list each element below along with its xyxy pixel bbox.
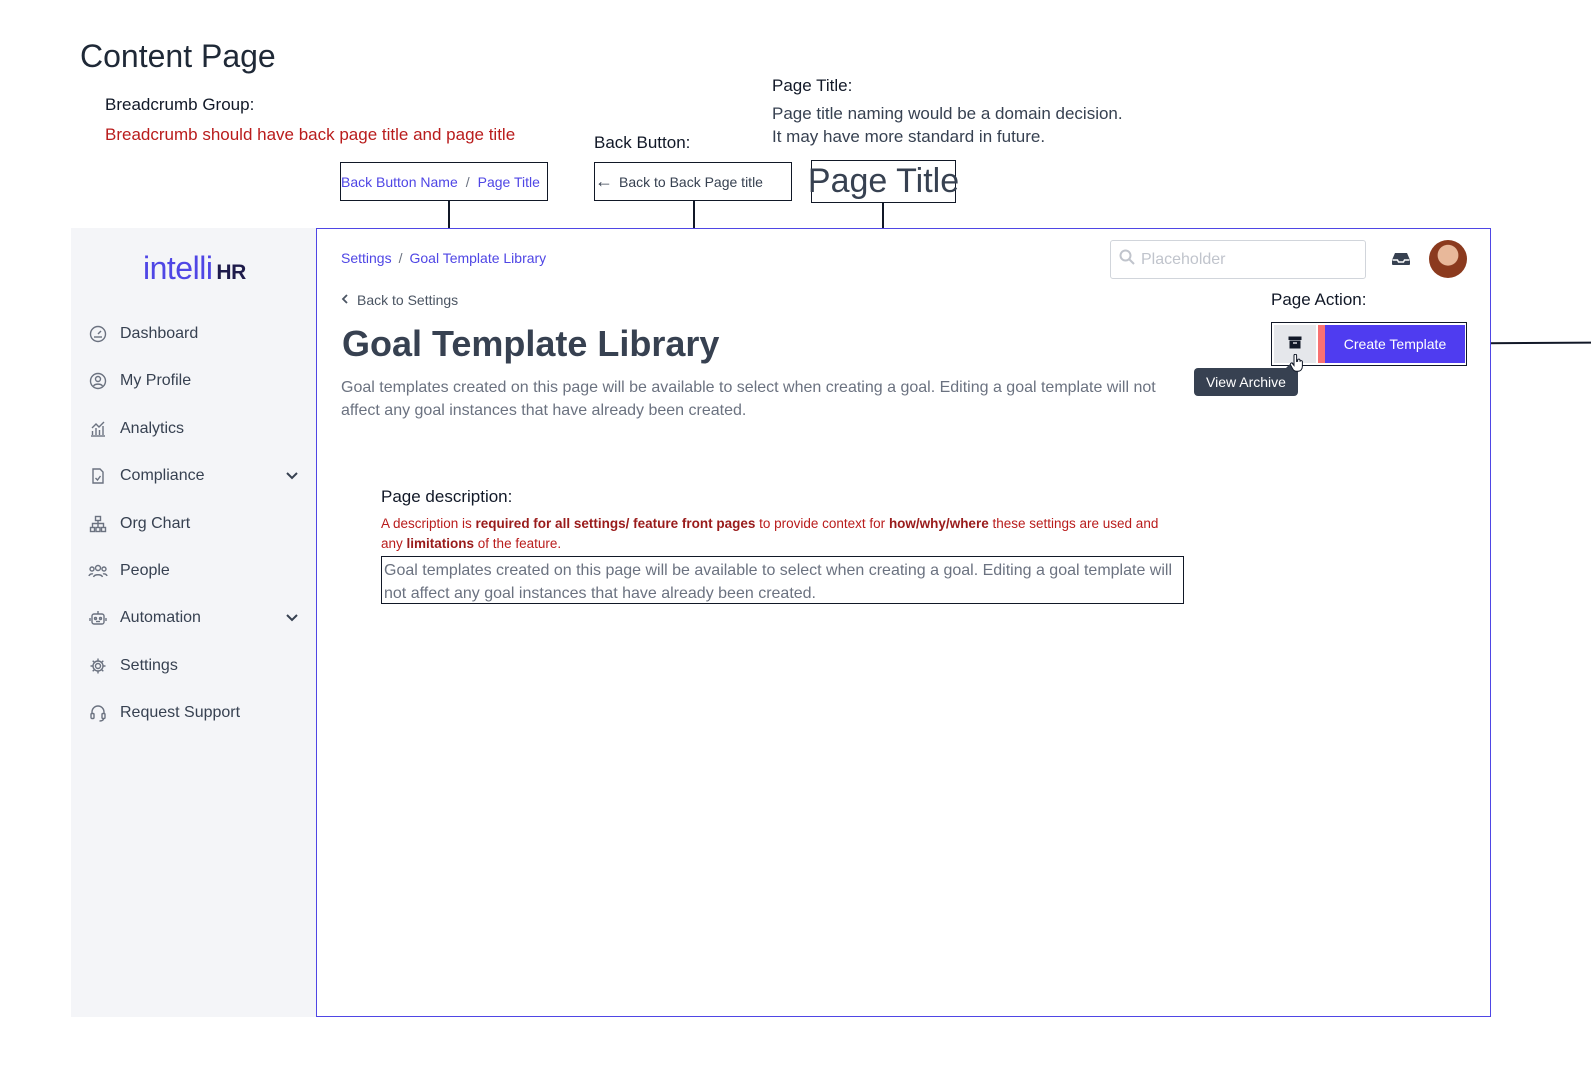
sidebar-item-automation[interactable]: Automation bbox=[88, 603, 308, 633]
back-button[interactable]: Back to Settings bbox=[341, 292, 458, 308]
sample-breadcrumb: Back Button Name / Page Title bbox=[340, 162, 548, 201]
page-description-note: A description is required for all settin… bbox=[381, 516, 1159, 551]
breadcrumb-sep: / bbox=[398, 250, 403, 266]
analytics-icon bbox=[88, 419, 108, 439]
people-icon bbox=[88, 561, 108, 581]
intellihr-logo[interactable]: intelli HR bbox=[143, 250, 246, 287]
sidebar-item-org-chart[interactable]: Org Chart bbox=[88, 509, 308, 539]
arrow-left-icon: ← bbox=[595, 171, 613, 191]
page-title: Goal Template Library bbox=[342, 323, 720, 364]
document-icon bbox=[88, 466, 108, 486]
view-archive-tooltip: View Archive bbox=[1194, 362, 1298, 396]
robot-icon bbox=[88, 608, 108, 628]
chevron-down-icon[interactable] bbox=[284, 467, 300, 488]
doc-title: Content Page bbox=[80, 38, 276, 74]
page-description-sample: Goal templates created on this page will… bbox=[381, 556, 1184, 604]
headset-icon bbox=[88, 703, 108, 723]
page-description-heading: Page description: bbox=[381, 487, 513, 506]
gear-icon bbox=[88, 656, 108, 676]
breadcrumb-current[interactable]: Goal Template Library bbox=[409, 250, 546, 266]
page-title-note-1: Page title naming would be a domain deci… bbox=[772, 104, 1123, 123]
page-action-heading: Page Action: bbox=[1271, 290, 1367, 309]
breadcrumb-group-note: Breadcrumb should have back page title a… bbox=[105, 125, 516, 144]
sample-breadcrumb-sep: / bbox=[465, 173, 470, 190]
user-circle-icon bbox=[88, 371, 108, 391]
back-button-heading: Back Button: bbox=[594, 133, 691, 152]
back-button-label: Back to Settings bbox=[357, 292, 459, 308]
button-gap-marker bbox=[1318, 325, 1325, 363]
create-template-button[interactable]: Create Template bbox=[1325, 325, 1465, 363]
org-chart-icon bbox=[88, 514, 108, 534]
search-icon bbox=[1119, 249, 1135, 270]
sample-breadcrumb-page[interactable]: Page Title bbox=[478, 174, 540, 190]
page-title-note-2: It may have more standard in future. bbox=[772, 127, 1046, 146]
breadcrumb: Settings / Goal Template Library bbox=[341, 250, 546, 266]
sidebar-item-people[interactable]: People bbox=[88, 556, 308, 586]
chevron-down-icon[interactable] bbox=[284, 609, 300, 630]
page-title-heading: Page Title: bbox=[772, 76, 853, 95]
breadcrumb-parent[interactable]: Settings bbox=[341, 250, 392, 266]
hand-cursor-icon bbox=[1289, 353, 1304, 377]
breadcrumb-group-heading: Breadcrumb Group: bbox=[105, 95, 255, 114]
sidebar-item-settings[interactable]: Settings bbox=[88, 651, 308, 681]
page-description: Goal templates created on this page will… bbox=[341, 379, 1156, 419]
archive-icon bbox=[1288, 336, 1302, 352]
search-field[interactable] bbox=[1110, 240, 1366, 279]
sidebar-item-analytics[interactable]: Analytics bbox=[88, 414, 308, 444]
sidebar-item-my-profile[interactable]: My Profile bbox=[88, 366, 308, 396]
sidebar-item-request-support[interactable]: Request Support bbox=[88, 698, 308, 728]
sample-back-button[interactable]: ← Back to Back Page title bbox=[594, 162, 792, 201]
gauge-icon bbox=[88, 324, 108, 344]
search-input[interactable] bbox=[1141, 250, 1351, 269]
sample-page-title: Page Title bbox=[808, 160, 959, 203]
avatar[interactable] bbox=[1429, 240, 1467, 278]
sidebar-item-compliance[interactable]: Compliance bbox=[88, 461, 308, 491]
sidebar-item-dashboard[interactable]: Dashboard bbox=[88, 319, 308, 349]
chevron-left-icon bbox=[341, 293, 349, 307]
sample-back-label: Back to Back Page title bbox=[619, 173, 763, 190]
sample-breadcrumb-back[interactable]: Back Button Name bbox=[341, 174, 458, 190]
inbox-icon[interactable] bbox=[1390, 249, 1412, 269]
